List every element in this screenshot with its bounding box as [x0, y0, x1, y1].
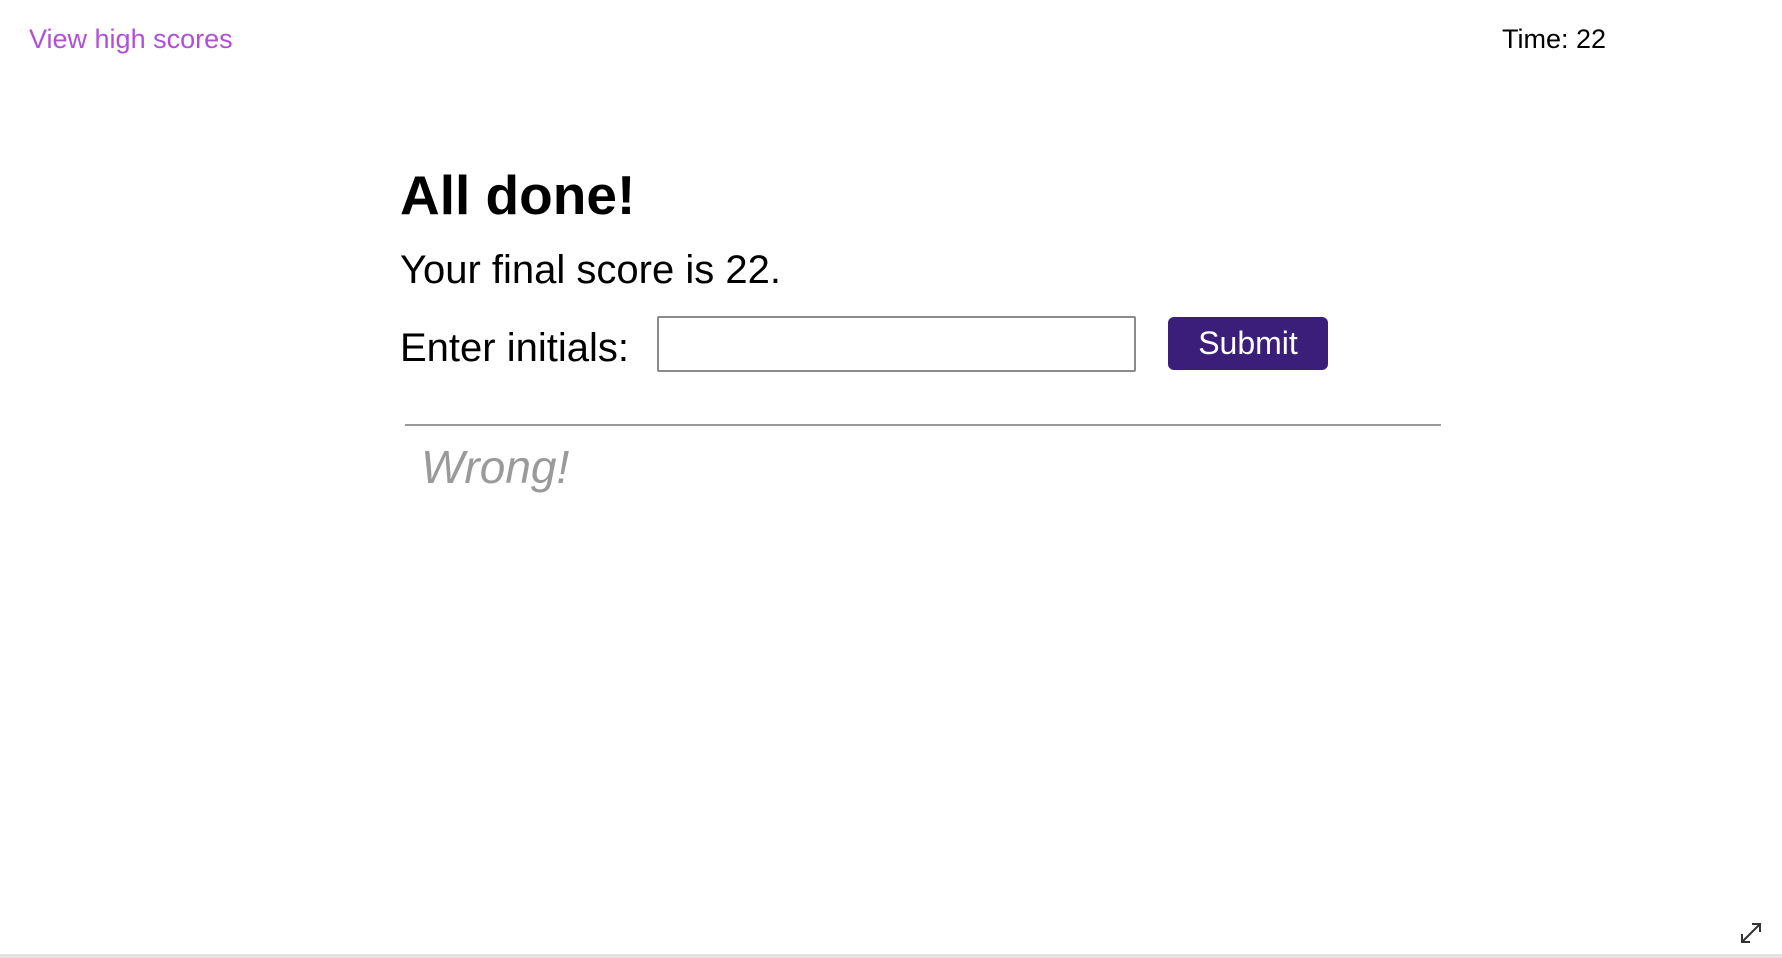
initials-form: Enter initials: Submit — [400, 316, 1442, 380]
timer-label: Time: — [1502, 24, 1569, 54]
expand-icon[interactable] — [1738, 920, 1764, 946]
page-title: All done! — [400, 164, 636, 226]
final-score-suffix: . — [769, 248, 781, 292]
quiz-page: View high scores Time: 22 All done! Your… — [0, 0, 1782, 958]
final-score-text: Your final score is 22. — [400, 244, 1442, 296]
final-score-prefix: Your final score is — [400, 248, 715, 292]
results-panel: All done! Your final score is 22. Enter … — [400, 160, 1442, 380]
timer: Time: 22 — [1502, 24, 1606, 55]
view-high-scores-link[interactable]: View high scores — [29, 24, 233, 55]
initials-label: Enter initials: — [400, 326, 629, 370]
initials-input[interactable] — [657, 316, 1136, 372]
final-score-value: 22 — [725, 248, 770, 292]
timer-value: 22 — [1576, 24, 1607, 54]
submit-button[interactable]: Submit — [1168, 317, 1328, 370]
divider — [405, 424, 1441, 426]
answer-feedback: Wrong! — [421, 441, 570, 493]
bottom-bar — [0, 954, 1782, 958]
